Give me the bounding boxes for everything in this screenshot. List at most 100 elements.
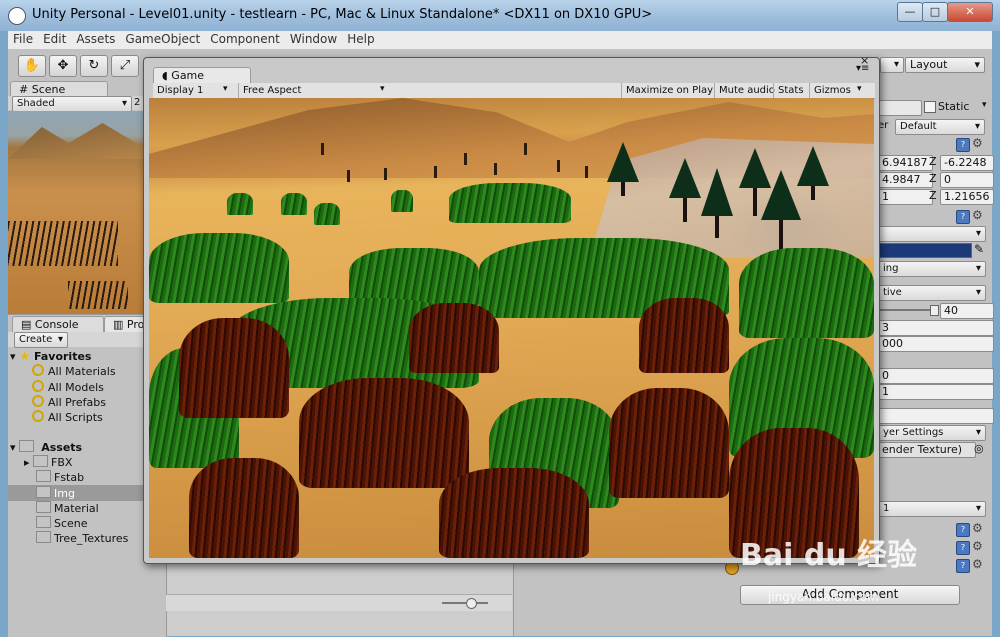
favorite-all-materials[interactable]: All Materials — [32, 364, 116, 379]
static-dropdown-arrow-icon[interactable]: ▾ — [982, 100, 987, 110]
tab-console[interactable]: ▤ Console — [12, 316, 104, 333]
game-viewport[interactable] — [149, 98, 874, 558]
position-z-field[interactable]: -6.2248 — [940, 155, 994, 171]
menu-help[interactable]: Help — [342, 31, 379, 47]
zoom-slider-thumb[interactable] — [466, 598, 477, 609]
help-icon[interactable]: ? — [956, 541, 970, 555]
game-controller-icon: ◖ — [162, 69, 168, 82]
create-dropdown[interactable]: Create — [14, 332, 68, 348]
gear-icon[interactable]: ⚙ — [972, 521, 983, 535]
scale-tool-icon[interactable]: ⤢ — [111, 55, 139, 77]
object-picker-icon[interactable]: ◎ — [974, 442, 984, 455]
fov-value-field[interactable]: 40 — [940, 303, 994, 319]
rotate-tool-icon[interactable]: ↻ — [80, 55, 108, 77]
minimize-button[interactable]: — — [897, 2, 923, 22]
game-window[interactable]: ◖ Game ▾≡ × Display 1 ▾ Free Aspect ▾ Ma… — [143, 54, 880, 564]
fence-post — [557, 160, 560, 172]
menu-edit[interactable]: Edit — [38, 31, 71, 47]
aspect-dropdown[interactable]: Free Aspect — [238, 83, 392, 98]
help-icon[interactable]: ? — [956, 138, 970, 152]
folder-fstab[interactable]: Fstab — [36, 470, 84, 485]
help-icon[interactable]: ? — [956, 523, 970, 537]
scene-grass — [8, 221, 118, 266]
gear-icon[interactable]: ⚙ — [972, 539, 983, 553]
clear-flags-dropdown[interactable]: ing — [878, 261, 986, 277]
folder-material[interactable]: Material — [36, 501, 99, 516]
maximize-button[interactable]: □ — [922, 2, 948, 22]
gear-icon[interactable]: ⚙ — [972, 557, 983, 571]
tree-trunk — [811, 186, 815, 200]
component-dropdown[interactable] — [878, 226, 986, 242]
zoom-slider-track[interactable] — [442, 602, 488, 604]
rotation-x-field[interactable]: 4.9847 — [878, 172, 933, 188]
position-x-field[interactable]: 6.94187 — [878, 155, 933, 171]
scene-grass — [68, 281, 128, 309]
viewport-x-field[interactable]: 0 — [878, 368, 994, 384]
dry-grass-clump — [189, 458, 299, 558]
favorite-all-models[interactable]: All Models — [32, 380, 104, 395]
gear-icon[interactable]: ⚙ — [972, 136, 983, 150]
tab-game[interactable]: ◖ Game — [153, 67, 251, 84]
folder-icon — [36, 486, 51, 498]
object-name-field[interactable] — [878, 100, 922, 116]
move-tool-icon[interactable]: ✥ — [49, 55, 77, 77]
close-button[interactable]: ✕ — [947, 2, 993, 22]
favorite-all-prefabs[interactable]: All Prefabs — [32, 395, 106, 410]
gear-icon[interactable]: ⚙ — [972, 208, 983, 222]
menu-assets[interactable]: Assets — [71, 31, 120, 47]
depth-field[interactable] — [878, 408, 994, 424]
folder-img[interactable]: Img — [36, 486, 75, 501]
hand-tool-icon[interactable]: ✋ — [18, 55, 46, 77]
folder-tree-textures[interactable]: Tree_Textures — [36, 531, 128, 546]
favorite-all-scripts[interactable]: All Scripts — [32, 410, 103, 425]
maximize-on-play-toggle[interactable]: Maximize on Play — [621, 83, 717, 98]
assets-header[interactable]: ▾ Assets — [10, 440, 82, 454]
projection-dropdown[interactable]: tive — [878, 285, 986, 301]
hdr-dropdown[interactable]: 1 — [878, 501, 986, 517]
static-checkbox[interactable] — [924, 101, 936, 113]
folder-fbx[interactable]: ▸ FBX — [24, 455, 72, 470]
window-title: Unity Personal - Level01.unity - testlea… — [32, 7, 653, 22]
layout-dropdown[interactable]: Layout — [905, 57, 985, 73]
panel-close-icon[interactable]: × — [860, 54, 869, 67]
help-icon[interactable]: ? — [956, 210, 970, 224]
scale-x-field[interactable]: 1 — [878, 189, 933, 205]
favorites-header[interactable]: ▾ ★ Favorites — [10, 349, 91, 363]
gizmos-dropdown[interactable]: Gizmos — [809, 83, 855, 98]
target-texture-field[interactable]: ender Texture) — [878, 442, 976, 458]
menu-file[interactable]: File — [8, 31, 38, 47]
fov-slider-thumb[interactable] — [930, 305, 939, 316]
layer-dropdown[interactable]: Default — [895, 119, 985, 135]
viewport-w-field[interactable]: 1 — [878, 384, 994, 400]
grass-clump — [391, 190, 413, 212]
eyedropper-icon[interactable]: ✎ — [974, 242, 984, 256]
pine-tree — [669, 158, 701, 198]
far-clip-field[interactable]: 000 — [878, 336, 994, 352]
menu-gameobject[interactable]: GameObject — [120, 31, 205, 47]
fov-slider-track[interactable] — [878, 309, 936, 311]
shading-mode-dropdown[interactable]: Shaded — [12, 96, 132, 112]
menu-window[interactable]: Window — [285, 31, 342, 47]
help-icon[interactable]: ? — [956, 559, 970, 573]
rendering-path-dropdown[interactable]: yer Settings — [878, 425, 986, 441]
rotation-z-field[interactable]: 0 — [940, 172, 994, 188]
pine-tree — [607, 142, 639, 182]
chevron-down-icon: ▾ — [380, 84, 385, 94]
fence-post — [494, 163, 497, 175]
tree-trunk — [715, 216, 719, 238]
color-field[interactable] — [878, 243, 972, 258]
folder-icon — [33, 455, 49, 467]
layers-dropdown[interactable] — [880, 57, 904, 73]
folder-icon — [36, 531, 51, 543]
stats-toggle[interactable]: Stats — [773, 83, 808, 98]
near-clip-field[interactable]: 3 — [878, 320, 994, 336]
menu-component[interactable]: Component — [205, 31, 285, 47]
favorites-label: Favorites — [33, 350, 92, 363]
favorite-label: All Prefabs — [48, 396, 106, 409]
mute-audio-toggle[interactable]: Mute audio — [714, 83, 779, 98]
grass-clump — [739, 248, 874, 338]
folder-scene[interactable]: Scene — [36, 516, 88, 531]
scale-z-field[interactable]: 1.21656 — [940, 189, 994, 205]
scene-view[interactable] — [8, 111, 143, 314]
dry-grass-clump — [299, 378, 469, 488]
